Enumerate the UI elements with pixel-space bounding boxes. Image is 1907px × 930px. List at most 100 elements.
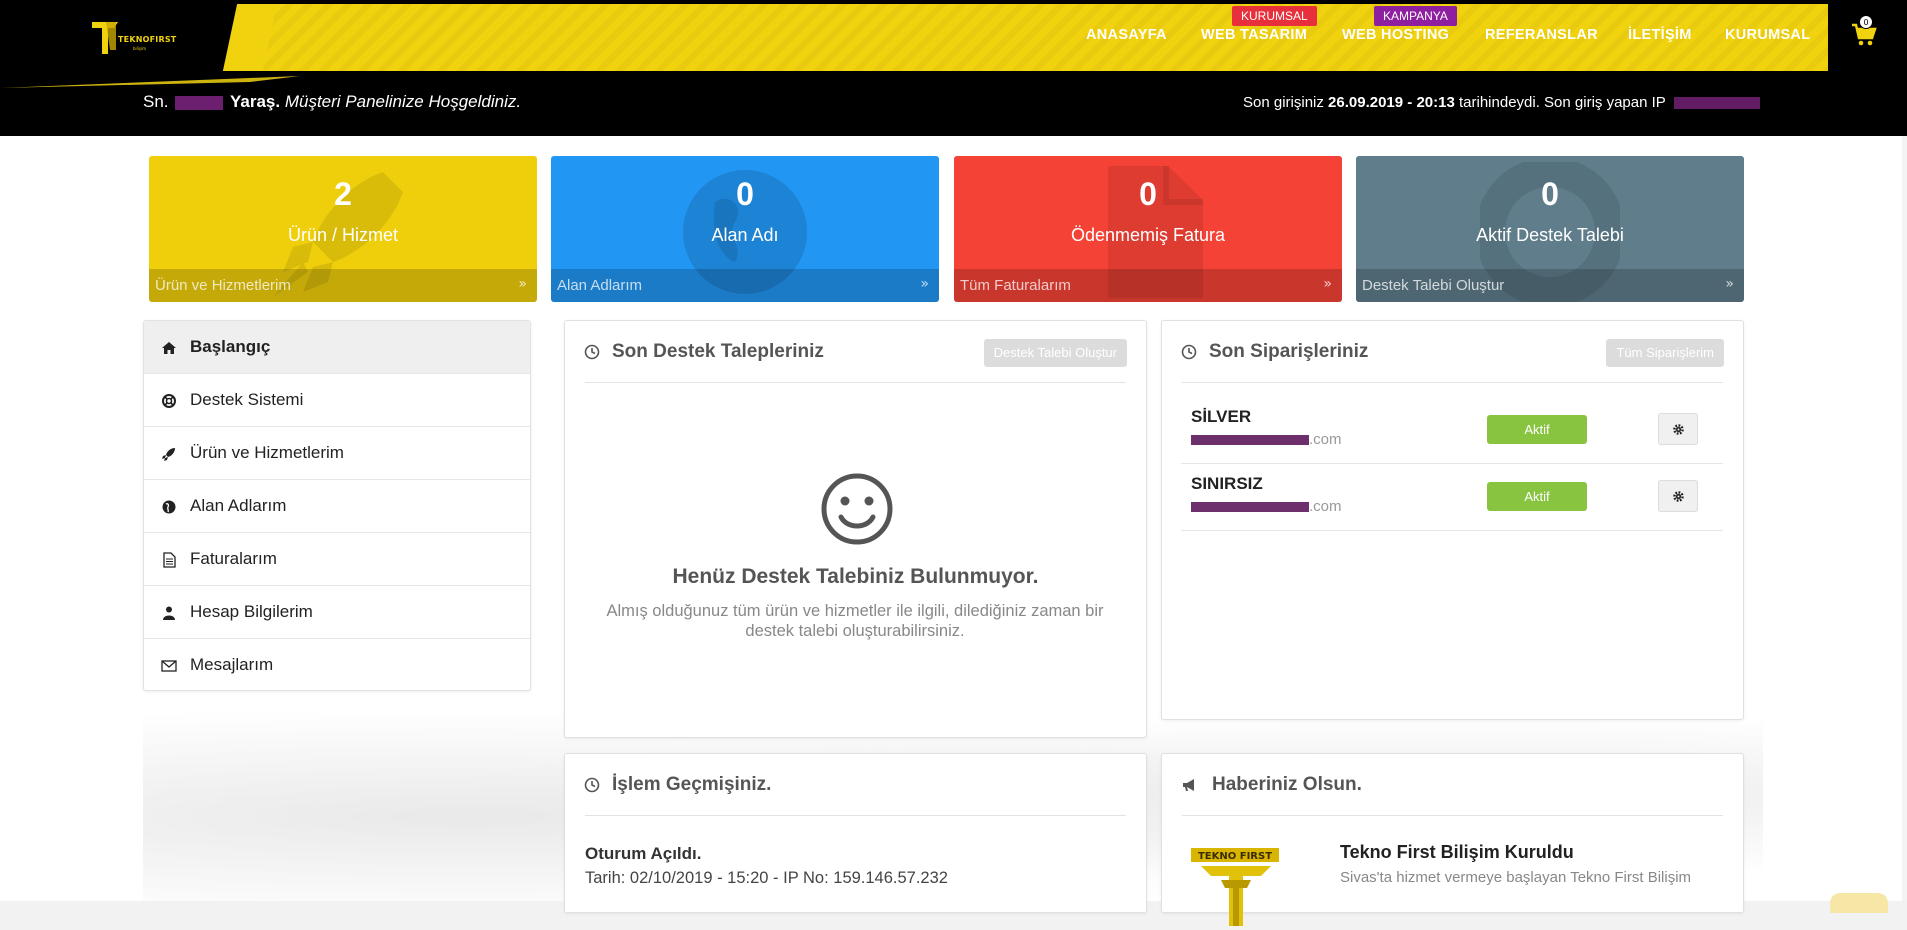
history-entry-title: Oturum Açıldı.: [585, 844, 702, 863]
lifebuoy-icon: [162, 394, 176, 408]
empty-state-text: Almış olduğunuz tüm ürün ve hizmetler il…: [606, 602, 1104, 640]
nav-contact[interactable]: İLETİŞİM: [1628, 27, 1692, 43]
stat-footer-link[interactable]: Destek Talebi Oluştur »: [1356, 269, 1744, 302]
stat-link-text: Destek Talebi Oluştur: [1362, 277, 1505, 294]
cart-count-badge: 0: [1859, 15, 1873, 29]
gear-icon: [1673, 491, 1684, 502]
create-ticket-button[interactable]: Destek Talebi Oluştur: [983, 339, 1127, 367]
news-item-title[interactable]: Tekno First Bilişim Kuruldu: [1340, 842, 1574, 863]
sidebar-item-label: Alan Adlarım: [190, 496, 287, 515]
welcome-prefix: Sn.: [143, 92, 169, 111]
panel-title: İşlem Geçmişiniz.: [612, 774, 772, 795]
news-panel: Haberiniz Olsun. TEKNO FIRST Tekno First…: [1161, 753, 1744, 926]
clock-icon: [584, 344, 600, 360]
sidebar-item-support[interactable]: Destek Sistemi: [144, 374, 530, 427]
order-domain-suffix: .com: [1309, 498, 1342, 515]
clock-icon: [1181, 344, 1197, 360]
stat-card-domains[interactable]: 0 Alan Adı Alan Adlarım »: [551, 156, 939, 302]
stat-card-tickets[interactable]: 0 Aktif Destek Talebi Destek Talebi Oluş…: [1356, 156, 1744, 302]
order-product-name: SINIRSIZ: [1191, 474, 1263, 493]
stat-card-products[interactable]: 2 Ürün / Hizmet Ürün ve Hizmetlerim »: [149, 156, 537, 302]
badge-kurumsal: KURUMSAL: [1232, 6, 1317, 26]
stat-footer-link[interactable]: Tüm Faturalarım »: [954, 269, 1342, 302]
sidebar-item-label: Hesap Bilgilerim: [190, 602, 313, 621]
nav-corporate[interactable]: KURUMSAL: [1725, 27, 1810, 43]
sidebar-item-label: Mesajlarım: [190, 655, 274, 674]
activity-history-panel: İşlem Geçmişiniz. Oturum Açıldı. Tarih: …: [564, 753, 1147, 913]
redacted-domain: [1191, 435, 1309, 446]
stat-label: Alan Adı: [711, 225, 779, 245]
nav-web-hosting[interactable]: WEB HOSTING: [1342, 27, 1449, 43]
stat-label: Ödenmemiş Fatura: [1070, 225, 1226, 245]
chevron-right-icon: »: [1725, 276, 1734, 292]
news-image[interactable]: TEKNO FIRST: [1191, 846, 1281, 926]
history-entry-text: Tarih: 02/10/2019 - 15:20 - IP No: 159.1…: [585, 869, 948, 887]
last-login-suffix: tarihindeydi. Son giriş yapan IP: [1459, 94, 1666, 111]
last-login-date: 26.09.2019 - 20:13: [1328, 94, 1455, 111]
stat-label: Aktif Destek Talebi: [1476, 225, 1624, 245]
stat-card-invoices[interactable]: 0 Ödenmemiş Fatura Tüm Faturalarım »: [954, 156, 1342, 302]
envelope-icon: [161, 660, 177, 672]
sidebar-item-account[interactable]: Hesap Bilgilerim: [144, 586, 530, 639]
sidebar-item-label: Destek Sistemi: [190, 390, 304, 409]
row-divider: [1181, 463, 1723, 464]
sidebar-menu: Başlangıç Destek Sistemi Ürün ve Hizmetl…: [143, 320, 531, 691]
welcome-message: Sn. Yaraş. Müşteri Panelinize Hoşgeldini…: [143, 92, 521, 112]
panel-title: Son Siparişleriniz: [1209, 341, 1369, 362]
last-login-info: Son girişiniz 26.09.2019 - 20:13 tarihin…: [1243, 94, 1760, 111]
order-settings-button[interactable]: [1658, 480, 1698, 512]
badge-kampanya: KAMPANYA: [1374, 6, 1457, 26]
empty-state-title: Henüz Destek Talebiniz Bulunmuyor.: [672, 565, 1039, 588]
welcome-text: Müşteri Panelinize Hoşgeldiniz.: [284, 92, 522, 111]
all-orders-button[interactable]: Tüm Siparişlerim: [1606, 339, 1724, 367]
sidebar-item-home[interactable]: Başlangıç: [144, 321, 530, 374]
status-badge: Aktif: [1487, 482, 1587, 511]
last-login-prefix: Son girişiniz: [1243, 94, 1324, 111]
stat-label: Ürün / Hizmet: [287, 225, 399, 245]
brand-logo-text: TEKNOFIRST: [118, 35, 177, 44]
stat-footer-link[interactable]: Alan Adlarım »: [551, 269, 939, 302]
redacted-name: [175, 95, 224, 110]
sidebar-item-domains[interactable]: Alan Adlarım: [144, 480, 530, 533]
stat-footer-link[interactable]: Ürün ve Hizmetlerim »: [149, 269, 537, 302]
stat-value: 2: [334, 176, 352, 212]
stat-link-text: Alan Adlarım: [557, 277, 643, 294]
nav-home[interactable]: ANASAYFA: [1086, 27, 1167, 43]
panel-title: Son Destek Talepleriniz: [612, 341, 824, 362]
chevron-right-icon: »: [1323, 276, 1332, 292]
page-scrollbar[interactable]: [1902, 136, 1907, 901]
top-header: TEKNOFIRST bilişim ANASAYFA KURUMSAL WEB…: [0, 0, 1907, 136]
globe-icon: [162, 500, 176, 514]
news-image-text: TEKNO FIRST: [1198, 851, 1272, 862]
support-tickets-panel: Son Destek Talepleriniz Destek Talebi Ol…: [564, 320, 1147, 738]
header-glow-decoration: [0, 76, 300, 88]
panel-divider: [585, 382, 1126, 383]
megaphone-icon: [1183, 779, 1194, 791]
clock-icon: [584, 777, 600, 793]
redacted-ip: [1673, 97, 1760, 110]
row-divider: [1181, 530, 1723, 531]
nav-web-design[interactable]: WEB TASARIM: [1201, 27, 1307, 43]
order-domain: .com: [1191, 498, 1342, 515]
panel-divider: [1182, 815, 1723, 816]
order-settings-button[interactable]: [1658, 413, 1698, 445]
rocket-icon: [162, 448, 175, 461]
sidebar-item-label: Başlangıç: [190, 337, 271, 356]
stat-value: 0: [1139, 176, 1157, 212]
redacted-domain: [1191, 502, 1309, 513]
recent-orders-panel: Son Siparişleriniz Tüm Siparişlerim SİLV…: [1161, 320, 1744, 720]
panel-divider: [585, 815, 1126, 816]
nav-references[interactable]: REFERANSLAR: [1485, 27, 1598, 43]
chat-widget-button[interactable]: [1830, 893, 1888, 913]
brand-logo-subtext: bilişim: [133, 46, 146, 51]
document-icon: [163, 552, 176, 568]
sidebar-item-messages[interactable]: Mesajlarım: [144, 639, 530, 692]
order-domain: .com: [1191, 431, 1342, 448]
sidebar-item-products[interactable]: Ürün ve Hizmetlerim: [144, 427, 530, 480]
order-domain-suffix: .com: [1309, 431, 1342, 448]
panel-title: Haberiniz Olsun.: [1212, 774, 1362, 795]
sidebar-item-invoices[interactable]: Faturalarım: [144, 533, 530, 586]
sidebar-item-label: Faturalarım: [190, 549, 277, 568]
gear-icon: [1673, 424, 1684, 435]
stat-link-text: Tüm Faturalarım: [960, 277, 1071, 294]
